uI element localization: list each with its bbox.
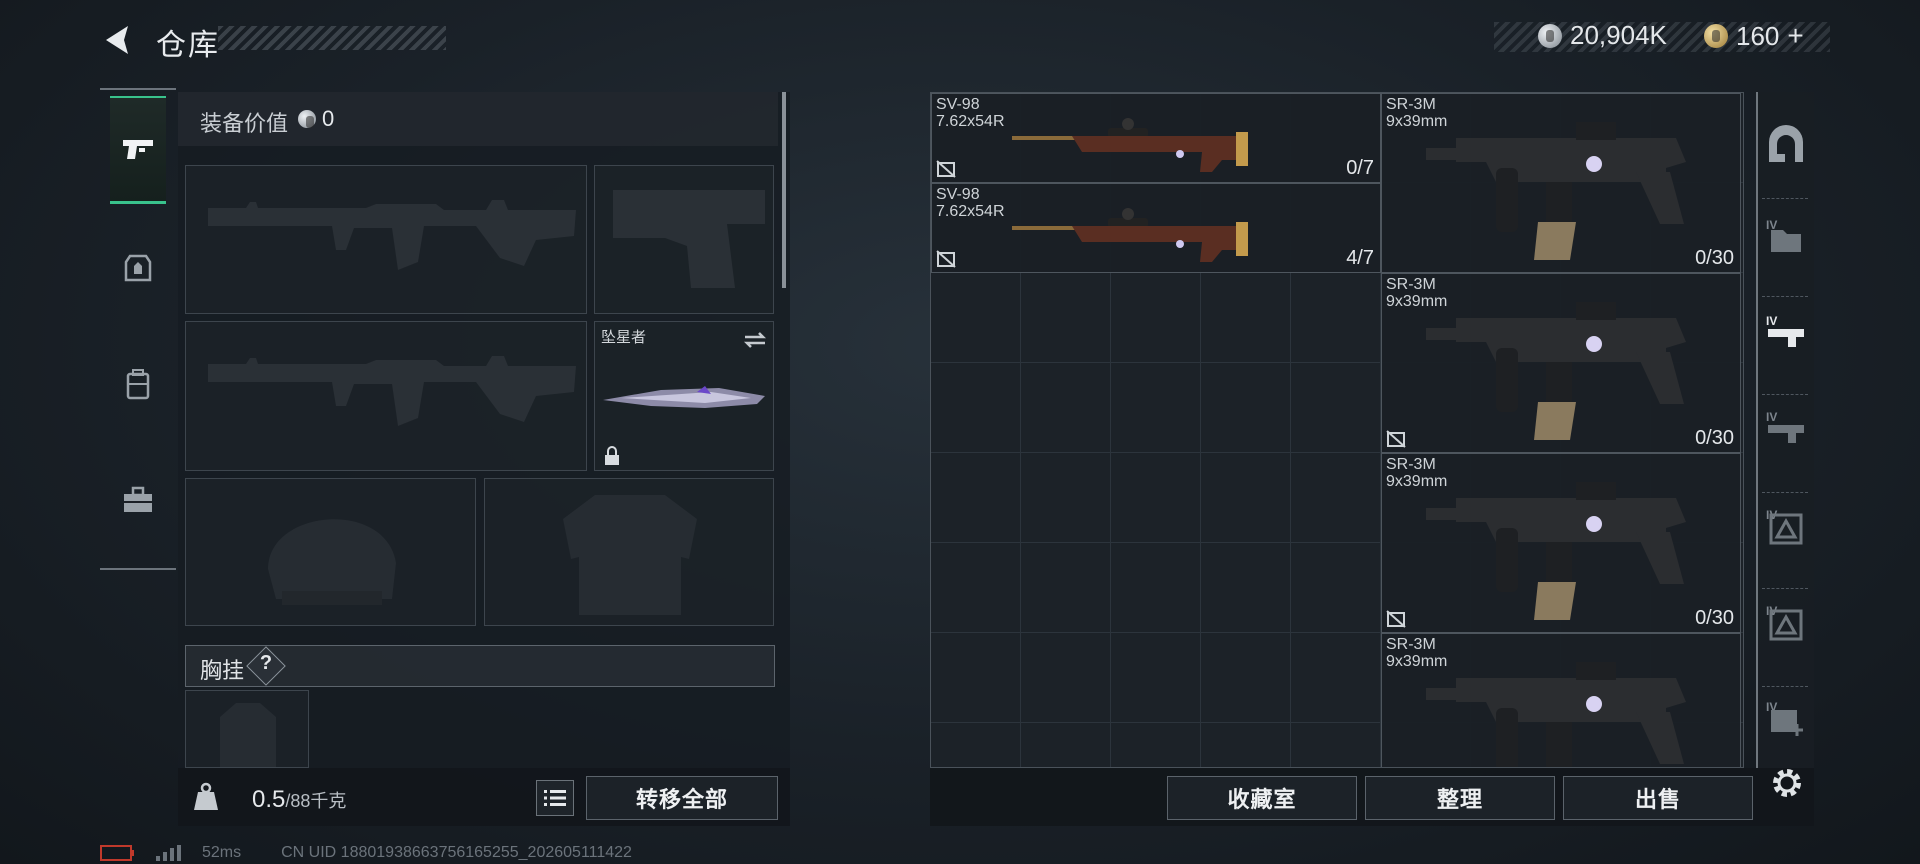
assault-rifle-icon	[1426, 122, 1686, 260]
container-tab-weapon-case[interactable]	[1764, 408, 1808, 452]
sniper-rifle-icon	[1012, 208, 1248, 262]
armor-slot[interactable]	[484, 478, 774, 626]
case-icon	[1771, 230, 1801, 252]
rifle-silhouette-icon	[208, 356, 576, 426]
backpack-icon	[126, 369, 150, 400]
silver-coin-icon	[298, 110, 316, 128]
vest-silhouette-icon	[220, 703, 276, 767]
pistol-icon	[123, 139, 153, 159]
silver-currency: 20,904K	[1538, 20, 1667, 51]
storage-item[interactable]: SR-3M 9x39mm 0/30	[1381, 93, 1741, 273]
container-tab-weapon-case-active[interactable]	[1764, 312, 1808, 356]
sort-button[interactable]: 整理	[1365, 776, 1555, 820]
assault-rifle-icon	[1426, 662, 1686, 767]
ammo-case-icon	[1769, 513, 1803, 545]
equipment-value: 0	[322, 106, 335, 131]
item-count: 4/7	[1346, 247, 1374, 269]
item-name: SV-98	[936, 96, 980, 113]
storage-item[interactable]: SV-98 7.62x54R 0/7	[931, 93, 1381, 183]
weight-icon	[194, 782, 218, 810]
collection-room-button[interactable]: 收藏室	[1167, 776, 1357, 820]
swap-icon[interactable]	[741, 330, 769, 350]
item-count: 0/7	[1346, 157, 1374, 179]
equipment-scrollbar[interactable]	[782, 92, 786, 288]
container-tab-safe[interactable]	[1764, 122, 1808, 166]
no-insurance-icon	[936, 160, 956, 178]
page-title: 仓库	[156, 29, 220, 62]
body-armor-silhouette-icon	[563, 495, 697, 615]
storage-item[interactable]: SR-3M 9x39mm 0/30	[1381, 273, 1741, 453]
melee-name: 坠星者	[601, 329, 647, 346]
container-tab-case[interactable]	[1764, 216, 1808, 260]
storage-item[interactable]: SV-98 7.62x54R 4/7	[931, 183, 1381, 273]
sidearm-slot[interactable]	[594, 165, 774, 314]
add-gold-button[interactable]: +	[1787, 20, 1803, 52]
sell-button[interactable]: 出售	[1563, 776, 1753, 820]
list-icon	[544, 790, 566, 806]
weight-current: 0.5	[252, 786, 286, 813]
tab-toolbox[interactable]	[110, 446, 166, 554]
gold-currency[interactable]: 160 +	[1704, 20, 1804, 52]
status-line: 52ms CN UID 18801938663756165255_2026051…	[100, 844, 632, 862]
weapon-case-icon	[1768, 329, 1804, 347]
no-insurance-icon	[936, 250, 956, 268]
ping-readout: 52ms	[202, 844, 242, 861]
chest-rig-slot[interactable]	[185, 690, 309, 768]
tab-backpack[interactable]	[110, 330, 166, 438]
karambit-knife-icon	[603, 386, 765, 408]
sniper-rifle-icon	[1012, 118, 1248, 172]
silver-amount: 20,904K	[1570, 20, 1667, 50]
storage-item[interactable]: SR-3M 9x39mm 0/30	[1381, 453, 1741, 633]
uid-readout: CN UID 18801938663756165255_202605111422	[281, 844, 632, 861]
settings-gear-icon[interactable]	[1768, 764, 1806, 802]
medkit-icon	[124, 254, 152, 282]
gold-coin-icon	[1704, 24, 1728, 48]
tab-weapons[interactable]	[110, 96, 166, 204]
help-icon[interactable]: ?	[258, 652, 274, 675]
container-tab-ammo-case-1[interactable]	[1764, 506, 1808, 550]
melee-slot[interactable]: 坠星者	[594, 321, 774, 471]
safe-box-icon	[1769, 125, 1803, 162]
no-insurance-icon	[1386, 430, 1406, 448]
pistol-silhouette-icon	[613, 190, 765, 288]
weight-max: /88千克	[285, 791, 347, 811]
container-tab-medical-case[interactable]	[1764, 698, 1808, 742]
silver-coin-icon	[1538, 23, 1562, 48]
rifle-silhouette-icon	[208, 200, 576, 270]
weight-readout: 0.5/88千克	[252, 786, 346, 814]
item-count: 0/30	[1695, 607, 1734, 629]
back-button[interactable]	[98, 20, 138, 60]
gold-amount: 160	[1736, 20, 1780, 51]
battery-icon	[100, 845, 134, 861]
item-ammo: 7.62x54R	[936, 113, 1005, 130]
item-ammo: 7.62x54R	[936, 203, 1005, 220]
list-view-button[interactable]	[536, 780, 574, 816]
storage-item[interactable]: SR-3M 9x39mm	[1381, 633, 1741, 767]
item-count: 0/30	[1695, 427, 1734, 449]
no-insurance-icon	[1386, 610, 1406, 628]
lock-icon	[605, 446, 619, 465]
weapon-case-icon	[1768, 425, 1804, 443]
tab-consumables[interactable]	[110, 214, 166, 322]
item-name: SV-98	[936, 186, 980, 203]
back-arrow-icon	[106, 26, 128, 54]
equipment-value-label: 装备价值	[200, 111, 289, 136]
container-tab-ammo-case-2[interactable]	[1764, 602, 1808, 646]
ammo-case-icon	[1769, 609, 1803, 641]
transfer-all-button[interactable]: 转移全部	[586, 776, 778, 820]
helmet-slot[interactable]	[185, 478, 476, 626]
title-decoration	[218, 26, 446, 50]
signal-icon	[156, 845, 181, 861]
chest-rig-label: 胸挂	[200, 658, 245, 683]
assault-rifle-icon	[1426, 482, 1686, 620]
primary-weapon-slot-1[interactable]	[185, 165, 587, 314]
helmet-silhouette-icon	[268, 519, 396, 605]
assault-rifle-icon	[1426, 302, 1686, 440]
category-tabs	[100, 88, 176, 570]
primary-weapon-slot-2[interactable]	[185, 321, 587, 471]
item-count: 0/30	[1695, 247, 1734, 269]
medical-case-icon	[1771, 710, 1803, 736]
toolbox-icon	[124, 486, 152, 512]
